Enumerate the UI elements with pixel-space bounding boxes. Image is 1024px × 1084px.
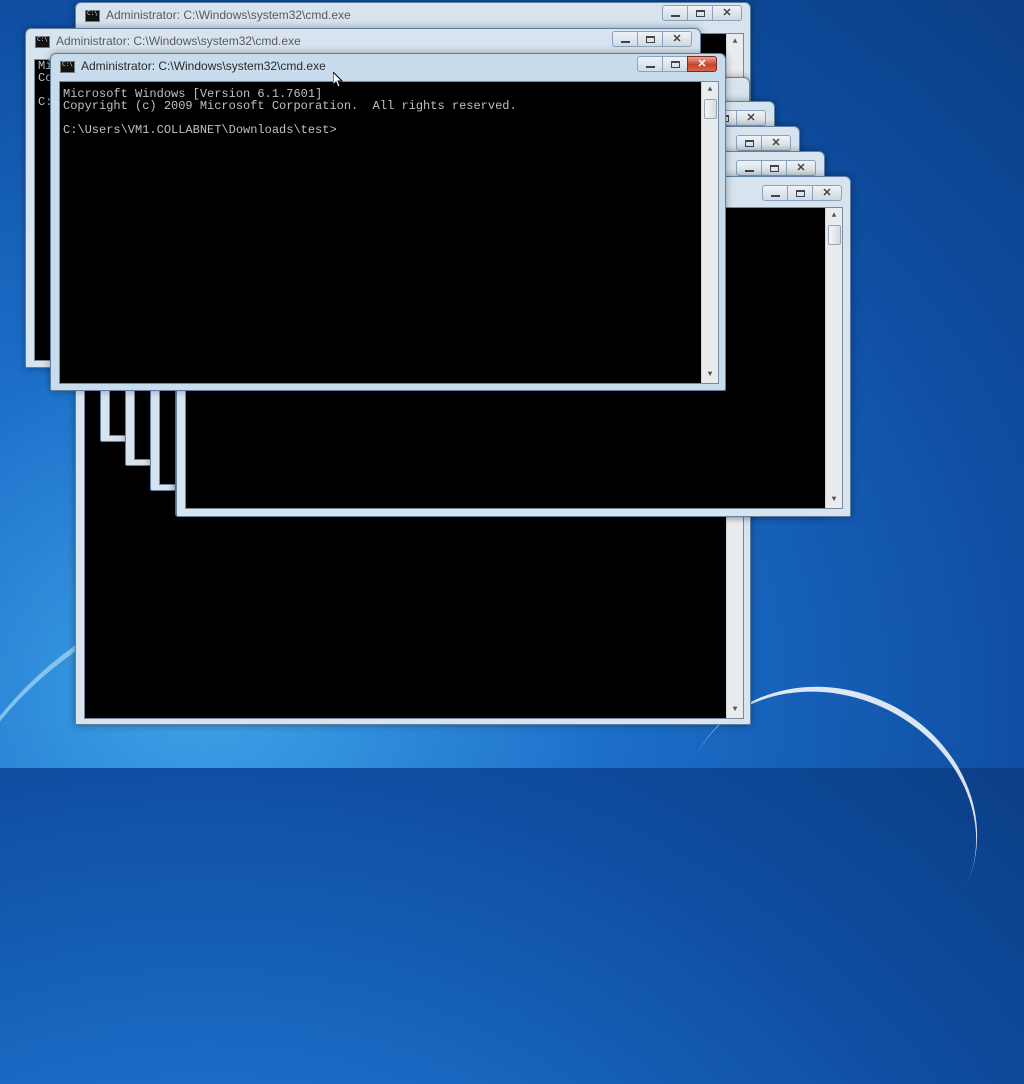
- console-area[interactable]: Microsoft Windows [Version 6.1.7601] Cop…: [59, 81, 719, 384]
- window-title: Administrator: C:\Windows\system32\cmd.e…: [81, 59, 326, 73]
- scroll-down-arrow-icon[interactable]: ▼: [727, 702, 743, 718]
- window-title: Administrator: C:\Windows\system32\cmd.e…: [56, 34, 301, 48]
- minimize-icon[interactable]: [637, 56, 663, 72]
- close-icon[interactable]: [761, 135, 791, 151]
- close-icon[interactable]: [687, 56, 717, 72]
- scroll-up-arrow-icon[interactable]: ▲: [702, 82, 718, 98]
- scroll-thumb[interactable]: [704, 99, 717, 119]
- scroll-down-arrow-icon[interactable]: ▼: [826, 492, 842, 508]
- window-title: Administrator: C:\Windows\system32\cmd.e…: [106, 8, 351, 22]
- scroll-up-arrow-icon[interactable]: ▲: [727, 34, 743, 50]
- minimize-icon[interactable]: [662, 5, 688, 21]
- caption-buttons: [736, 135, 791, 152]
- cmd-icon: [60, 61, 75, 73]
- cmd-icon: [85, 10, 100, 22]
- cmd-window-active[interactable]: Administrator: C:\Windows\system32\cmd.e…: [50, 53, 726, 391]
- cmd-icon: [35, 36, 50, 48]
- caption-buttons: [662, 5, 742, 22]
- close-icon[interactable]: [812, 185, 842, 201]
- minimize-icon[interactable]: [612, 31, 638, 47]
- close-icon[interactable]: [786, 160, 816, 176]
- caption-buttons: [637, 56, 717, 73]
- close-icon[interactable]: [712, 5, 742, 21]
- minimize-icon[interactable]: [762, 185, 788, 201]
- vertical-scrollbar[interactable]: ▲ ▼: [825, 208, 842, 508]
- scroll-thumb[interactable]: [828, 225, 841, 245]
- maximize-icon[interactable]: [687, 5, 713, 21]
- minimize-icon[interactable]: [736, 160, 762, 176]
- maximize-icon[interactable]: [761, 160, 787, 176]
- maximize-icon[interactable]: [662, 56, 688, 72]
- console-line: Copyright (c) 2009 Microsoft Corporation…: [63, 99, 517, 113]
- title-bar[interactable]: Administrator: C:\Windows\system32\cmd.e…: [26, 29, 700, 55]
- maximize-icon[interactable]: [787, 185, 813, 201]
- mouse-pointer-icon: [333, 72, 343, 88]
- title-bar[interactable]: Administrator: C:\Windows\system32\cmd.e…: [76, 3, 750, 29]
- caption-buttons: [612, 31, 692, 48]
- maximize-icon[interactable]: [637, 31, 663, 47]
- maximize-icon[interactable]: [736, 135, 762, 151]
- caption-buttons: [736, 160, 816, 177]
- desktop: { "windows": [ {"id": "w1", "title": "Ad…: [0, 0, 1024, 1084]
- console-output: Microsoft Windows [Version 6.1.7601] Cop…: [60, 82, 718, 136]
- close-icon[interactable]: [662, 31, 692, 47]
- close-icon[interactable]: [736, 110, 766, 126]
- title-bar[interactable]: Administrator: C:\Windows\system32\cmd.e…: [51, 54, 725, 80]
- caption-buttons: [762, 185, 842, 202]
- scroll-up-arrow-icon[interactable]: ▲: [826, 208, 842, 224]
- vertical-scrollbar[interactable]: ▲ ▼: [701, 82, 718, 383]
- console-prompt[interactable]: C:\Users\VM1.COLLABNET\Downloads\test>: [63, 123, 337, 137]
- scroll-down-arrow-icon[interactable]: ▼: [702, 367, 718, 383]
